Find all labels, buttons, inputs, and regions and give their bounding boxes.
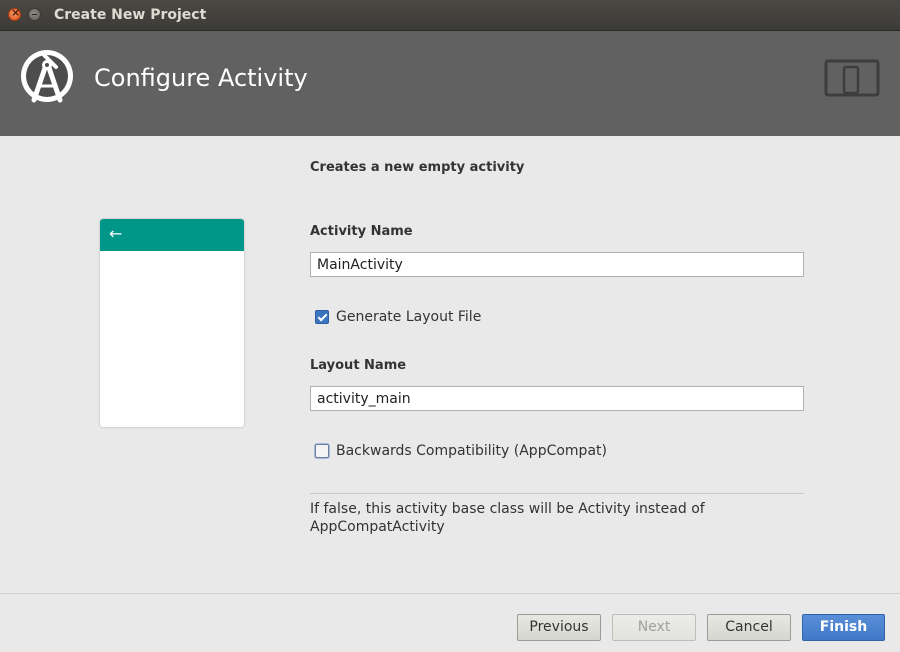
page-title: Configure Activity	[94, 64, 308, 92]
info-text: If false, this activity base class will …	[310, 501, 705, 535]
next-button[interactable]: Next	[612, 614, 696, 641]
info-divider	[310, 493, 804, 494]
back-arrow-icon: ←	[109, 224, 123, 243]
tablet-phone-icon	[824, 59, 880, 97]
cancel-button[interactable]: Cancel	[707, 614, 791, 641]
layout-name-label: Layout Name	[310, 358, 407, 373]
generate-layout-row[interactable]: Generate Layout File	[315, 309, 481, 325]
preview-toolbar: ←	[100, 219, 244, 251]
activity-preview: ←	[100, 219, 244, 427]
wizard-header: Configure Activity	[0, 31, 900, 136]
previous-button[interactable]: Previous	[517, 614, 601, 641]
android-studio-logo-icon	[21, 50, 73, 103]
activity-name-field[interactable]	[310, 252, 804, 277]
finish-button[interactable]: Finish	[802, 614, 885, 641]
activity-description: Creates a new empty activity	[310, 160, 525, 175]
backwards-compat-checkbox[interactable]	[315, 444, 329, 458]
activity-name-label: Activity Name	[310, 224, 413, 239]
window-titlebar: Create New Project	[0, 0, 900, 31]
footer-divider	[0, 593, 900, 594]
backwards-compat-row[interactable]: Backwards Compatibility (AppCompat)	[315, 443, 607, 459]
generate-layout-label: Generate Layout File	[336, 309, 482, 325]
backwards-compat-label: Backwards Compatibility (AppCompat)	[336, 443, 607, 459]
close-icon[interactable]	[8, 6, 21, 21]
minimize-icon[interactable]	[28, 8, 41, 21]
window-title: Create New Project	[54, 7, 207, 23]
generate-layout-checkbox[interactable]	[315, 310, 329, 324]
layout-name-field[interactable]	[310, 386, 804, 411]
